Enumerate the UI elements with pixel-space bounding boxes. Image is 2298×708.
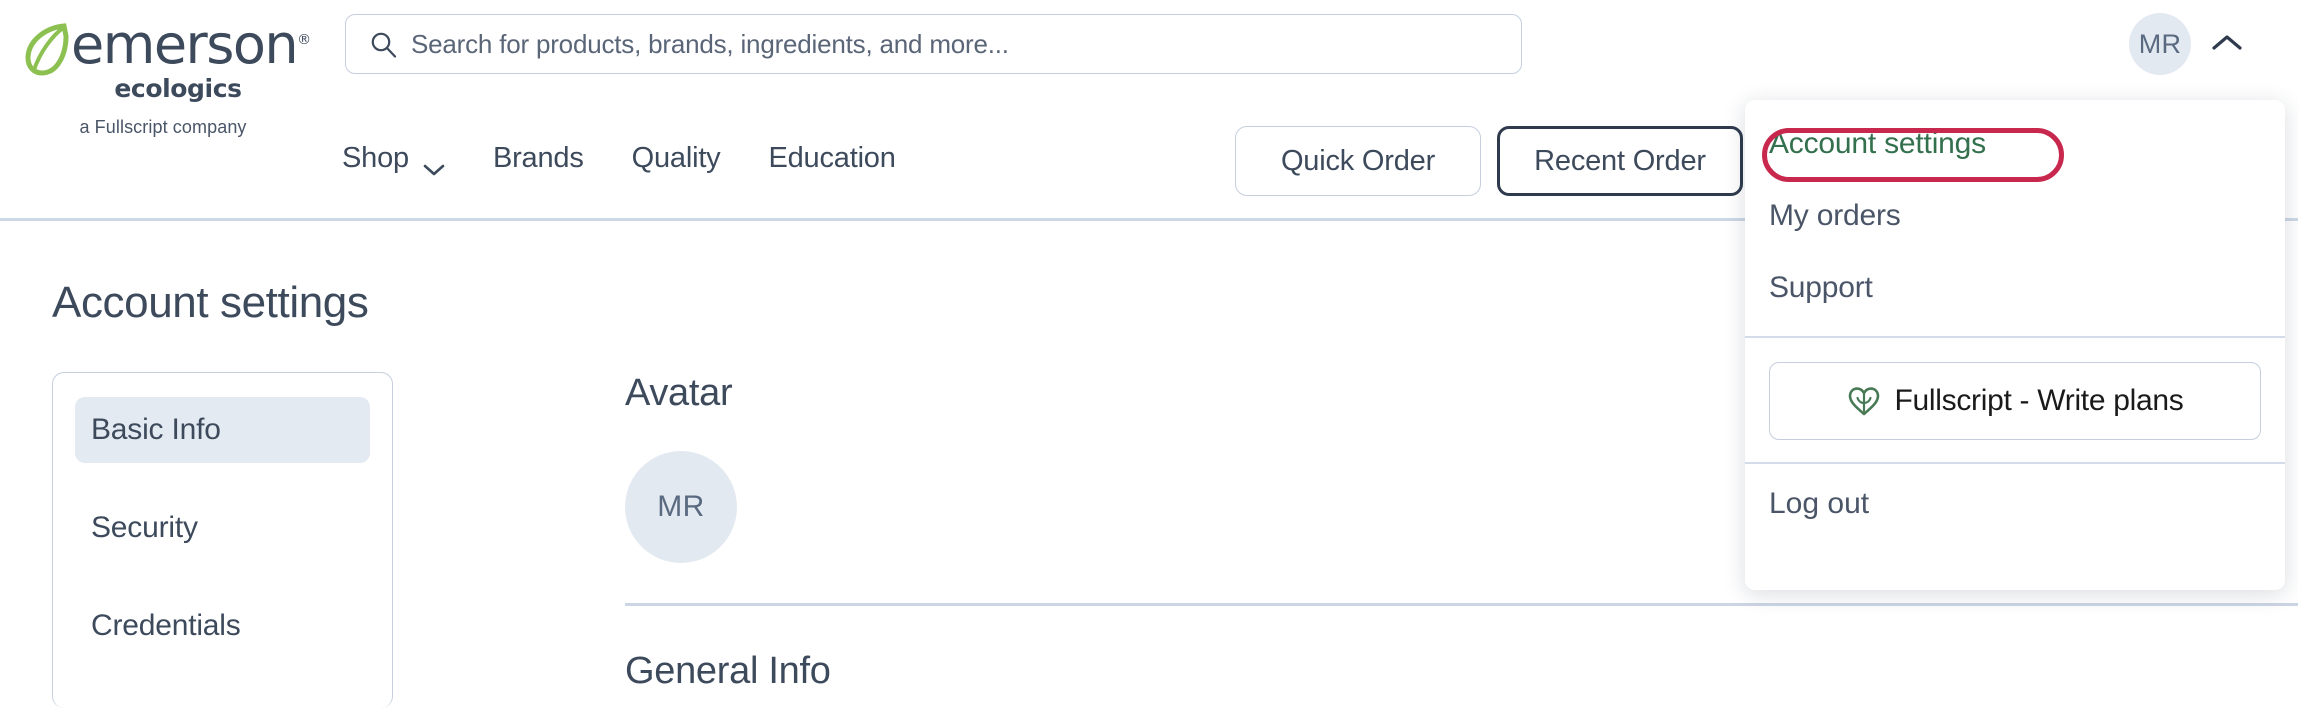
menu-item-log-out-label: Log out (1769, 487, 1870, 520)
header-top-bar: emerson® ecologics a Fullscript company … (0, 0, 2298, 137)
recent-order-label: Recent Order (1534, 144, 1706, 177)
menu-item-support[interactable]: Support (1745, 252, 2285, 324)
logo-brand-name: emerson (71, 13, 299, 76)
nav-item-brands[interactable]: Brands (491, 136, 586, 181)
settings-sidebar: Basic Info Security Credentials (52, 372, 393, 708)
sidebar-item-security-label: Security (91, 511, 198, 544)
header-action-buttons: Quick Order Recent Order (1235, 126, 1743, 196)
nav-item-education[interactable]: Education (766, 136, 897, 181)
nav-item-education-label: Education (768, 142, 896, 174)
sidebar-item-credentials-label: Credentials (91, 609, 241, 642)
profile-avatar-initials: MR (657, 490, 705, 523)
logo-text: emerson® (71, 18, 311, 72)
fullscript-leaf-icon (1847, 384, 1881, 418)
search-bar[interactable] (345, 14, 1522, 74)
logo-subbrand: ecologics (114, 74, 242, 103)
fullscript-write-plans-label: Fullscript - Write plans (1894, 384, 2184, 417)
sidebar-item-basic-info-label: Basic Info (91, 413, 221, 446)
logo-wordmark-row: emerson® (18, 18, 311, 76)
menu-item-my-orders-label: My orders (1769, 199, 1901, 232)
chevron-up-icon (2211, 33, 2243, 58)
nav-item-brands-label: Brands (492, 142, 584, 174)
sidebar-item-basic-info[interactable]: Basic Info (75, 397, 370, 463)
fullscript-button-wrap: Fullscript - Write plans (1745, 338, 2285, 462)
quick-order-button[interactable]: Quick Order (1235, 126, 1481, 196)
menu-item-my-orders[interactable]: My orders (1745, 180, 2285, 252)
nav-item-shop-label: Shop (342, 142, 409, 174)
page-title: Account settings (52, 278, 369, 327)
general-info-heading: General Info (625, 650, 831, 692)
quick-order-label: Quick Order (1280, 144, 1436, 177)
nav-item-quality[interactable]: Quality (630, 136, 723, 181)
account-menu-toggle[interactable] (2205, 28, 2249, 62)
sidebar-item-credentials[interactable]: Credentials (75, 593, 370, 659)
recent-order-button[interactable]: Recent Order (1497, 126, 1743, 196)
primary-nav: Shop Brands Quality Education (340, 136, 898, 181)
header-avatar-initials: MR (2138, 28, 2182, 59)
sidebar-item-security[interactable]: Security (75, 495, 370, 561)
leaf-logo-icon (24, 22, 70, 76)
section-divider (625, 603, 2298, 606)
chevron-down-icon (423, 152, 445, 175)
nav-item-shop[interactable]: Shop (340, 136, 447, 181)
account-dropdown-menu: Account settings My orders Support Fulls… (1745, 100, 2285, 590)
menu-item-account-settings[interactable]: Account settings (1745, 108, 2285, 180)
search-icon (370, 31, 397, 58)
logo-registered-mark: ® (297, 32, 312, 48)
search-input[interactable] (411, 28, 1503, 60)
profile-avatar[interactable]: MR (625, 451, 737, 563)
fullscript-write-plans-button[interactable]: Fullscript - Write plans (1769, 362, 2261, 440)
menu-item-support-label: Support (1769, 271, 1873, 304)
nav-item-quality-label: Quality (631, 142, 721, 174)
app-root: emerson® ecologics a Fullscript company … (0, 0, 2298, 708)
menu-item-log-out[interactable]: Log out (1745, 464, 2285, 544)
menu-item-account-settings-label: Account settings (1769, 127, 1986, 160)
header-avatar[interactable]: MR (2129, 13, 2191, 75)
